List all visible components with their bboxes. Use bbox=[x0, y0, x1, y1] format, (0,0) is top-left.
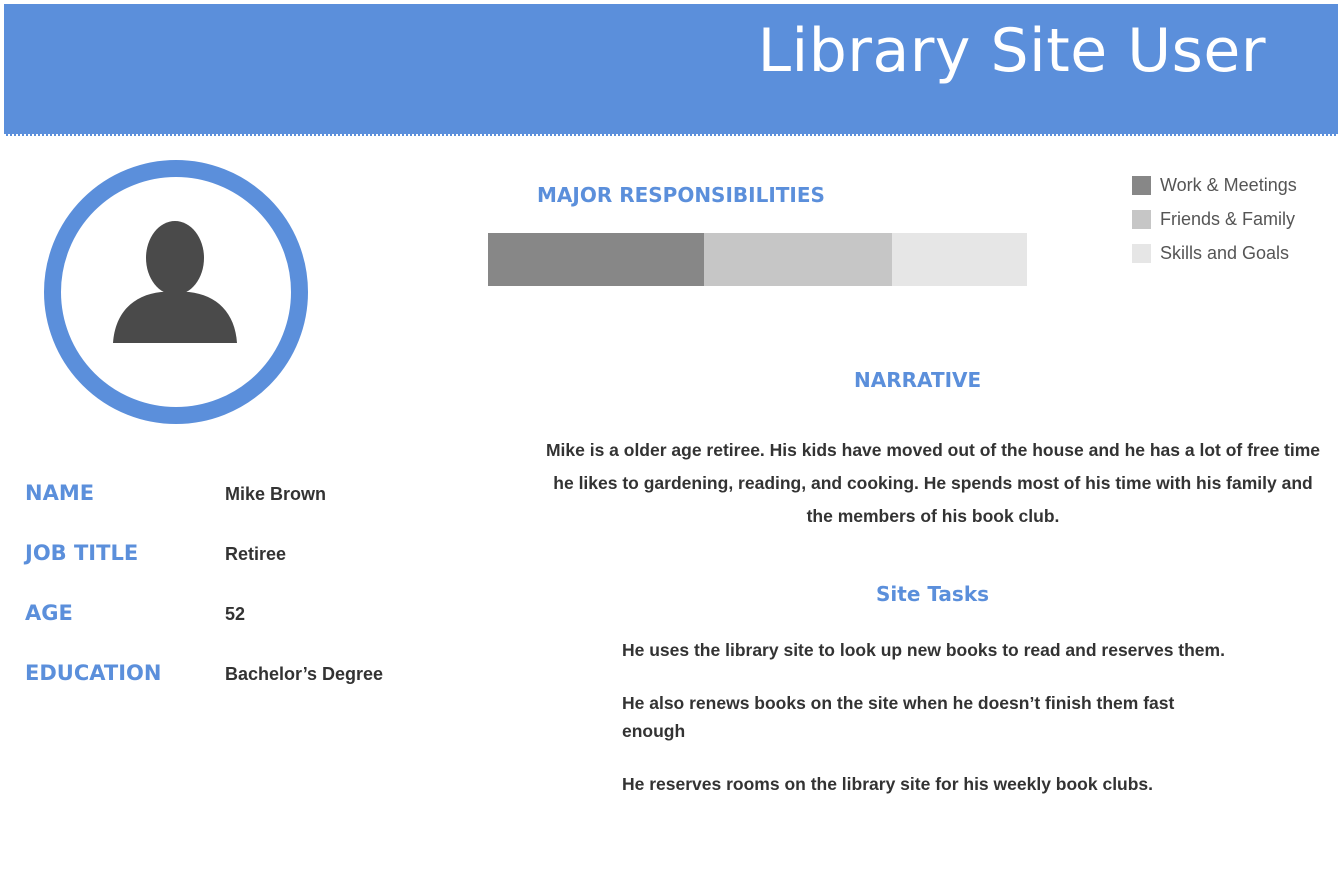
site-task-item: He also renews books on the site when he… bbox=[622, 693, 1175, 741]
bar-segment-work-meetings bbox=[488, 233, 704, 286]
responsibilities-legend: Work & Meetings Friends & Family Skills … bbox=[1132, 168, 1297, 270]
education-value: Bachelor’s Degree bbox=[225, 664, 384, 684]
legend-swatch bbox=[1132, 209, 1151, 229]
legend-item: Work & Meetings bbox=[1132, 168, 1297, 202]
site-task-item: He reserves rooms on the library site fo… bbox=[622, 774, 1154, 794]
narrative-text: Mike is a older age retiree. His kids ha… bbox=[545, 440, 1321, 526]
job-title-value: Retiree bbox=[225, 544, 287, 564]
age-value: 52 bbox=[225, 604, 246, 624]
legend-swatch bbox=[1132, 243, 1151, 263]
site-tasks-title: Site Tasks bbox=[876, 582, 990, 606]
legend-label: Work & Meetings bbox=[1160, 174, 1297, 195]
legend-label: Skills and Goals bbox=[1160, 242, 1290, 263]
narrative-title: NARRATIVE bbox=[854, 368, 982, 392]
job-title-label: JOB TITLE bbox=[25, 541, 139, 565]
legend-item: Skills and Goals bbox=[1132, 236, 1297, 270]
responsibilities-bar bbox=[488, 233, 1027, 286]
legend-label: Friends & Family bbox=[1160, 208, 1296, 229]
age-label: AGE bbox=[25, 601, 73, 625]
site-task-item: He uses the library site to look up new … bbox=[622, 640, 1225, 660]
name-label: NAME bbox=[25, 481, 95, 505]
bar-segment-friends-family bbox=[703, 233, 893, 286]
user-silhouette-icon bbox=[113, 221, 237, 343]
header-banner: Library Site User bbox=[4, 4, 1338, 136]
avatar bbox=[44, 160, 308, 424]
legend-item: Friends & Family bbox=[1132, 202, 1297, 236]
education-label: EDUCATION bbox=[25, 661, 162, 685]
name-value: Mike Brown bbox=[225, 484, 327, 504]
legend-swatch bbox=[1132, 175, 1151, 195]
bar-segment-skills-goals bbox=[892, 233, 1027, 286]
page-title: Library Site User bbox=[757, 16, 1266, 86]
responsibilities-title: MAJOR RESPONSIBILITIES bbox=[537, 183, 825, 207]
